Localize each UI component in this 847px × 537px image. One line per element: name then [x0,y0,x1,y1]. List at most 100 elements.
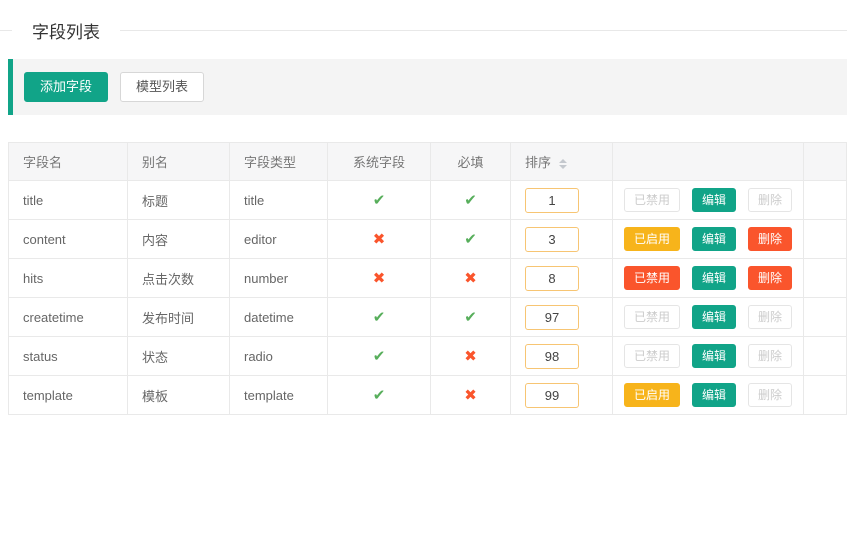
delete-button[interactable]: 删除 [748,266,792,290]
sort-input[interactable] [525,305,579,330]
field-name-cell: template [9,376,128,415]
sort-input[interactable] [525,383,579,408]
field-name-cell: createtime [9,298,128,337]
column-header-field-type: 字段类型 [230,143,328,181]
system-field-cell: ✔ [328,337,431,376]
column-header-actions [613,143,804,181]
sort-input[interactable] [525,266,579,291]
field-name-cell: status [9,337,128,376]
check-icon: ✔ [464,192,477,209]
edit-button[interactable]: 编辑 [692,227,736,251]
sort-input[interactable] [525,344,579,369]
field-name-cell: hits [9,259,128,298]
column-header-field-name: 字段名 [9,143,128,181]
sort-input[interactable] [525,227,579,252]
field-table-body: title标题title✔✔已禁用编辑删除content内容editor✖✔已启… [9,181,847,415]
status-toggle-button: 已禁用 [624,344,680,368]
actions-cell: 已禁用编辑删除 [613,337,804,376]
cross-icon: ✖ [464,387,477,404]
page-title: 字段列表 [32,18,100,43]
field-type-cell: editor [230,220,328,259]
sort-header-label: 排序 [525,155,551,170]
table-row: content内容editor✖✔ 已启用编辑删除 [9,220,847,259]
filler-cell [804,259,847,298]
fields-table-wrap: 字段名 别名 字段类型 系统字段 必填 排序 title标题title ✔ ✔ 已禁用… [8,142,847,415]
filler-cell [804,337,847,376]
check-icon: ✔ [373,387,386,404]
page-header: 字段列表 [0,18,847,43]
sort-input[interactable] [525,188,579,213]
cross-icon: ✖ [464,348,477,365]
required-cell: ✔ [431,298,511,337]
actions-cell: 已禁用编辑删除 [613,298,804,337]
table-row: title标题title ✔ ✔ 已禁用编辑删除 [9,181,847,220]
column-header-alias: 别名 [128,143,230,181]
toolbar: 添加字段 模型列表 [8,59,847,115]
actions-cell: 已禁用编辑删除 [613,181,804,220]
check-icon: ✔ [373,309,386,326]
table-row: status状态radio ✔ ✖ 已禁用编辑删除 [9,337,847,376]
status-toggle-button[interactable]: 已启用 [624,383,680,407]
table-row: template模板template✔✖已启用编辑删除 [9,376,847,415]
field-type-cell: number [230,259,328,298]
required-cell: ✔ [431,220,511,259]
sort-cell [511,298,613,337]
required-cell: ✖ [431,259,511,298]
column-header-filler [804,143,847,181]
sort-cell [511,259,613,298]
sort-cell [511,337,613,376]
edit-button[interactable]: 编辑 [692,305,736,329]
delete-button[interactable]: 删除 [748,227,792,251]
delete-button: 删除 [748,188,792,212]
system-field-cell: ✖ [328,220,431,259]
field-type-cell: title [230,181,328,220]
model-list-button[interactable]: 模型列表 [120,72,204,102]
alias-cell: 状态 [128,337,230,376]
table-row: hits点击次数number✖✖已禁用编辑删除 [9,259,847,298]
field-name-cell: title [9,181,128,220]
delete-button: 删除 [748,383,792,407]
sort-cell [511,220,613,259]
filler-cell [804,220,847,259]
title-rule-left [0,30,12,31]
alias-cell: 模板 [128,376,230,415]
alias-cell: 发布时间 [128,298,230,337]
actions-cell: 已启用编辑删除 [613,220,804,259]
status-toggle-button: 已禁用 [624,188,680,212]
system-field-cell: ✔ [328,298,431,337]
required-cell: ✖ [431,376,511,415]
check-icon: ✔ [373,192,386,209]
title-rule-right [120,30,847,31]
field-type-cell: radio [230,337,328,376]
status-toggle-button: 已禁用 [624,305,680,329]
filler-cell [804,298,847,337]
cross-icon: ✖ [464,270,477,287]
column-header-system-field: 系统字段 [328,143,431,181]
column-header-required: 必填 [431,143,511,181]
edit-button[interactable]: 编辑 [692,188,736,212]
edit-button[interactable]: 编辑 [692,383,736,407]
status-toggle-button[interactable]: 已启用 [624,227,680,251]
field-type-cell: datetime [230,298,328,337]
delete-button: 删除 [748,344,792,368]
column-header-sort[interactable]: 排序 [511,143,613,181]
system-field-cell: ✔ [328,376,431,415]
actions-cell: 已禁用编辑删除 [613,259,804,298]
required-cell: ✖ [431,337,511,376]
filler-cell [804,376,847,415]
edit-button[interactable]: 编辑 [692,266,736,290]
status-toggle-button[interactable]: 已禁用 [624,266,680,290]
fields-table: 字段名 别名 字段类型 系统字段 必填 排序 title标题title ✔ ✔ 已禁用… [8,142,847,415]
cross-icon: ✖ [373,270,386,287]
table-row: createtime发布时间datetime ✔ ✔ 已禁用编辑删除 [9,298,847,337]
field-name-cell: content [9,220,128,259]
filler-cell [804,181,847,220]
required-cell: ✔ [431,181,511,220]
check-icon: ✔ [373,348,386,365]
alias-cell: 内容 [128,220,230,259]
add-field-button[interactable]: 添加字段 [24,72,108,102]
actions-cell: 已启用编辑删除 [613,376,804,415]
sort-toggle-icon[interactable] [559,159,567,169]
edit-button[interactable]: 编辑 [692,344,736,368]
alias-cell: 标题 [128,181,230,220]
